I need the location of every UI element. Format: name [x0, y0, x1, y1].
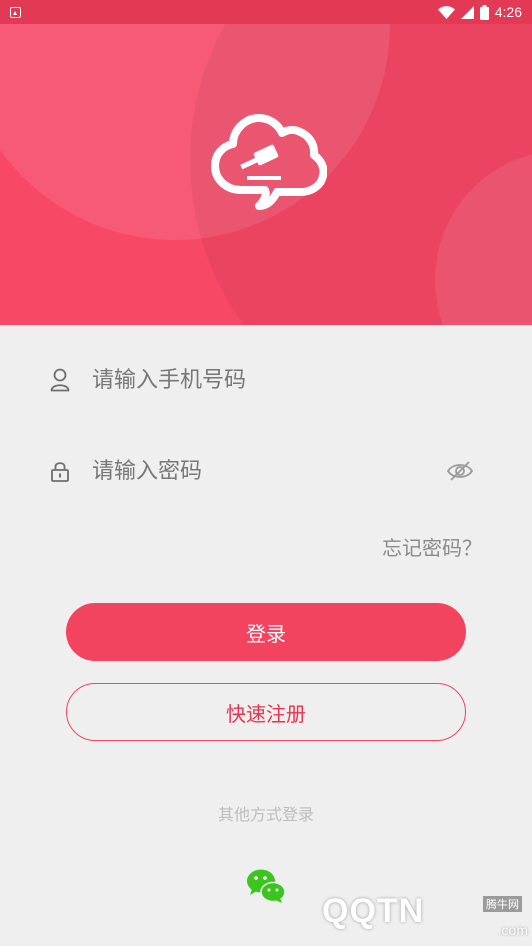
battery-icon [479, 4, 489, 20]
register-button[interactable]: 快速注册 [66, 683, 466, 741]
watermark-site: 腾牛网 [483, 896, 522, 912]
watermark-suffix: .com [497, 922, 528, 938]
watermark-logo: QQTN [322, 892, 425, 930]
signal-icon [460, 5, 474, 19]
password-field [48, 446, 488, 496]
notification-icon [10, 6, 21, 18]
status-time: 4:26 [494, 4, 522, 20]
user-icon [48, 368, 72, 392]
phone-field [48, 355, 488, 405]
phone-input[interactable] [92, 367, 422, 393]
cloud-gavel-icon [211, 114, 327, 210]
watermark: QQTN 腾牛网 .com [322, 890, 532, 946]
wifi-icon [437, 5, 455, 19]
eye-hidden-icon[interactable] [446, 458, 474, 484]
password-input[interactable] [92, 458, 422, 484]
status-bar: 4:26 [0, 0, 532, 24]
wechat-icon[interactable] [246, 868, 286, 904]
lock-icon [48, 459, 72, 483]
hero-banner [0, 0, 532, 325]
login-button[interactable]: 登录 [66, 603, 466, 661]
other-login-label: 其他方式登录 [217, 805, 314, 824]
forgot-password-link[interactable]: 忘记密码？ [382, 532, 482, 561]
